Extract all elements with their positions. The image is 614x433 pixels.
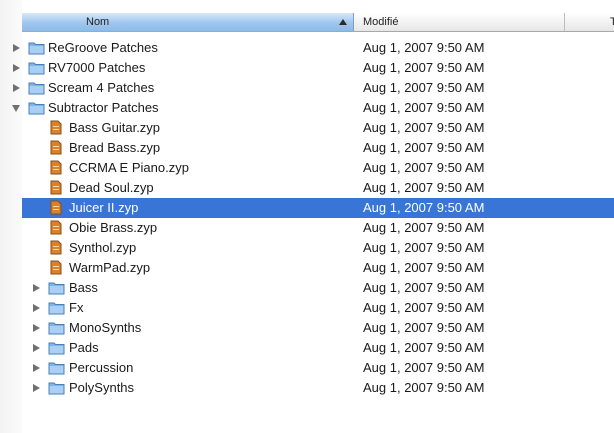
folder-row[interactable]: Pads Aug 1, 2007 9:50 AM bbox=[22, 338, 614, 358]
row-date: Aug 1, 2007 9:50 AM bbox=[363, 240, 485, 255]
row-name: Percussion bbox=[69, 360, 134, 375]
disclosure-triangle-open-icon[interactable] bbox=[12, 105, 20, 112]
disclosure-triangle-icon[interactable] bbox=[33, 284, 40, 292]
row-date: Aug 1, 2007 9:50 AM bbox=[363, 80, 485, 95]
folder-row[interactable]: PolySynths Aug 1, 2007 9:50 AM bbox=[22, 378, 614, 398]
folder-icon bbox=[48, 282, 65, 295]
row-date: Aug 1, 2007 9:50 AM bbox=[363, 60, 485, 75]
file-row[interactable]: CCRMA E Piano.zyp Aug 1, 2007 9:50 AM bbox=[22, 158, 614, 178]
row-date: Aug 1, 2007 9:50 AM bbox=[363, 260, 485, 275]
folder-icon bbox=[48, 362, 65, 375]
row-name: ReGroove Patches bbox=[48, 40, 158, 55]
disclosure-triangle-icon[interactable] bbox=[33, 344, 40, 352]
row-name: WarmPad.zyp bbox=[69, 260, 151, 275]
row-name: Pads bbox=[69, 340, 99, 355]
disclosure-triangle-icon[interactable] bbox=[33, 384, 40, 392]
folder-row[interactable]: MonoSynths Aug 1, 2007 9:50 AM bbox=[22, 318, 614, 338]
folder-row-expanded[interactable]: Subtractor Patches Aug 1, 2007 9:50 AM bbox=[12, 98, 614, 118]
folder-icon bbox=[28, 102, 45, 115]
file-row[interactable]: Bass Guitar.zyp Aug 1, 2007 9:50 AM bbox=[22, 118, 614, 138]
folder-icon bbox=[28, 82, 45, 95]
row-date: Aug 1, 2007 9:50 AM bbox=[363, 220, 485, 235]
patch-file-icon bbox=[50, 260, 62, 275]
folder-row[interactable]: Scream 4 Patches Aug 1, 2007 9:50 AM bbox=[13, 78, 614, 98]
sort-ascending-icon bbox=[339, 19, 347, 25]
patch-file-icon bbox=[50, 160, 62, 175]
row-date: Aug 1, 2007 9:50 AM bbox=[363, 200, 485, 215]
row-name: Scream 4 Patches bbox=[48, 80, 155, 95]
column-header-type-label: T bbox=[610, 16, 614, 28]
row-date: Aug 1, 2007 9:50 AM bbox=[363, 40, 485, 55]
row-date: Aug 1, 2007 9:50 AM bbox=[363, 340, 485, 355]
column-header-type[interactable]: T bbox=[565, 13, 614, 31]
column-header-bar: Nom Modifié T bbox=[22, 13, 614, 32]
row-date: Aug 1, 2007 9:50 AM bbox=[363, 100, 485, 115]
file-row[interactable]: WarmPad.zyp Aug 1, 2007 9:50 AM bbox=[22, 258, 614, 278]
file-row-selected[interactable]: Juicer II.zyp Aug 1, 2007 9:50 AM bbox=[22, 198, 614, 218]
row-date: Aug 1, 2007 9:50 AM bbox=[363, 160, 485, 175]
row-name: Fx bbox=[69, 300, 84, 315]
row-name: Bread Bass.zyp bbox=[69, 140, 161, 155]
folder-row[interactable]: ReGroove Patches Aug 1, 2007 9:50 AM bbox=[13, 38, 614, 58]
row-date: Aug 1, 2007 9:50 AM bbox=[363, 180, 485, 195]
file-row[interactable]: Synthol.zyp Aug 1, 2007 9:50 AM bbox=[22, 238, 614, 258]
patch-file-icon bbox=[50, 140, 62, 155]
row-date: Aug 1, 2007 9:50 AM bbox=[363, 380, 485, 395]
row-name: Juicer II.zyp bbox=[69, 200, 139, 215]
folder-row[interactable]: Bass Aug 1, 2007 9:50 AM bbox=[22, 278, 614, 298]
row-date: Aug 1, 2007 9:50 AM bbox=[363, 280, 485, 295]
row-name: CCRMA E Piano.zyp bbox=[69, 160, 189, 175]
patch-file-icon bbox=[50, 220, 62, 235]
disclosure-triangle-icon[interactable] bbox=[13, 44, 20, 52]
folder-icon bbox=[48, 302, 65, 315]
row-name: PolySynths bbox=[69, 380, 135, 395]
folder-icon bbox=[28, 62, 45, 75]
column-header-name-label: Nom bbox=[86, 16, 110, 28]
row-name: Dead Soul.zyp bbox=[69, 180, 154, 195]
disclosure-triangle-icon[interactable] bbox=[33, 364, 40, 372]
row-name: MonoSynths bbox=[69, 320, 142, 335]
folder-icon bbox=[28, 42, 45, 55]
folder-icon bbox=[48, 382, 65, 395]
file-row[interactable]: Obie Brass.zyp Aug 1, 2007 9:50 AM bbox=[22, 218, 614, 238]
file-row[interactable]: Dead Soul.zyp Aug 1, 2007 9:50 AM bbox=[22, 178, 614, 198]
row-name: Subtractor Patches bbox=[48, 100, 159, 115]
folder-icon bbox=[48, 342, 65, 355]
row-date: Aug 1, 2007 9:50 AM bbox=[363, 300, 485, 315]
disclosure-triangle-icon[interactable] bbox=[13, 84, 20, 92]
row-date: Aug 1, 2007 9:50 AM bbox=[363, 120, 485, 135]
folder-row[interactable]: Fx Aug 1, 2007 9:50 AM bbox=[22, 298, 614, 318]
patch-file-icon bbox=[50, 240, 62, 255]
disclosure-triangle-icon[interactable] bbox=[33, 324, 40, 332]
folder-row[interactable]: Percussion Aug 1, 2007 9:50 AM bbox=[22, 358, 614, 378]
patch-file-icon bbox=[50, 180, 62, 195]
row-name: Obie Brass.zyp bbox=[69, 220, 158, 235]
row-date: Aug 1, 2007 9:50 AM bbox=[363, 360, 485, 375]
row-name: RV7000 Patches bbox=[48, 60, 146, 75]
column-header-name[interactable]: Nom bbox=[22, 13, 354, 31]
folder-row[interactable]: RV7000 Patches Aug 1, 2007 9:50 AM bbox=[13, 58, 614, 78]
column-header-modified[interactable]: Modifié bbox=[355, 13, 565, 31]
disclosure-triangle-icon[interactable] bbox=[13, 64, 20, 72]
patch-file-icon bbox=[50, 200, 62, 215]
patch-file-icon bbox=[50, 120, 62, 135]
row-name: Bass bbox=[69, 280, 98, 295]
row-name: Synthol.zyp bbox=[69, 240, 137, 255]
row-date: Aug 1, 2007 9:50 AM bbox=[363, 140, 485, 155]
folder-icon bbox=[48, 322, 65, 335]
column-header-modified-label: Modifié bbox=[363, 16, 399, 28]
row-date: Aug 1, 2007 9:50 AM bbox=[363, 320, 485, 335]
file-row[interactable]: Bread Bass.zyp Aug 1, 2007 9:50 AM bbox=[22, 138, 614, 158]
file-list: ReGroove Patches Aug 1, 2007 9:50 AM RV7… bbox=[12, 38, 614, 398]
disclosure-triangle-icon[interactable] bbox=[33, 304, 40, 312]
row-name: Bass Guitar.zyp bbox=[69, 120, 161, 135]
